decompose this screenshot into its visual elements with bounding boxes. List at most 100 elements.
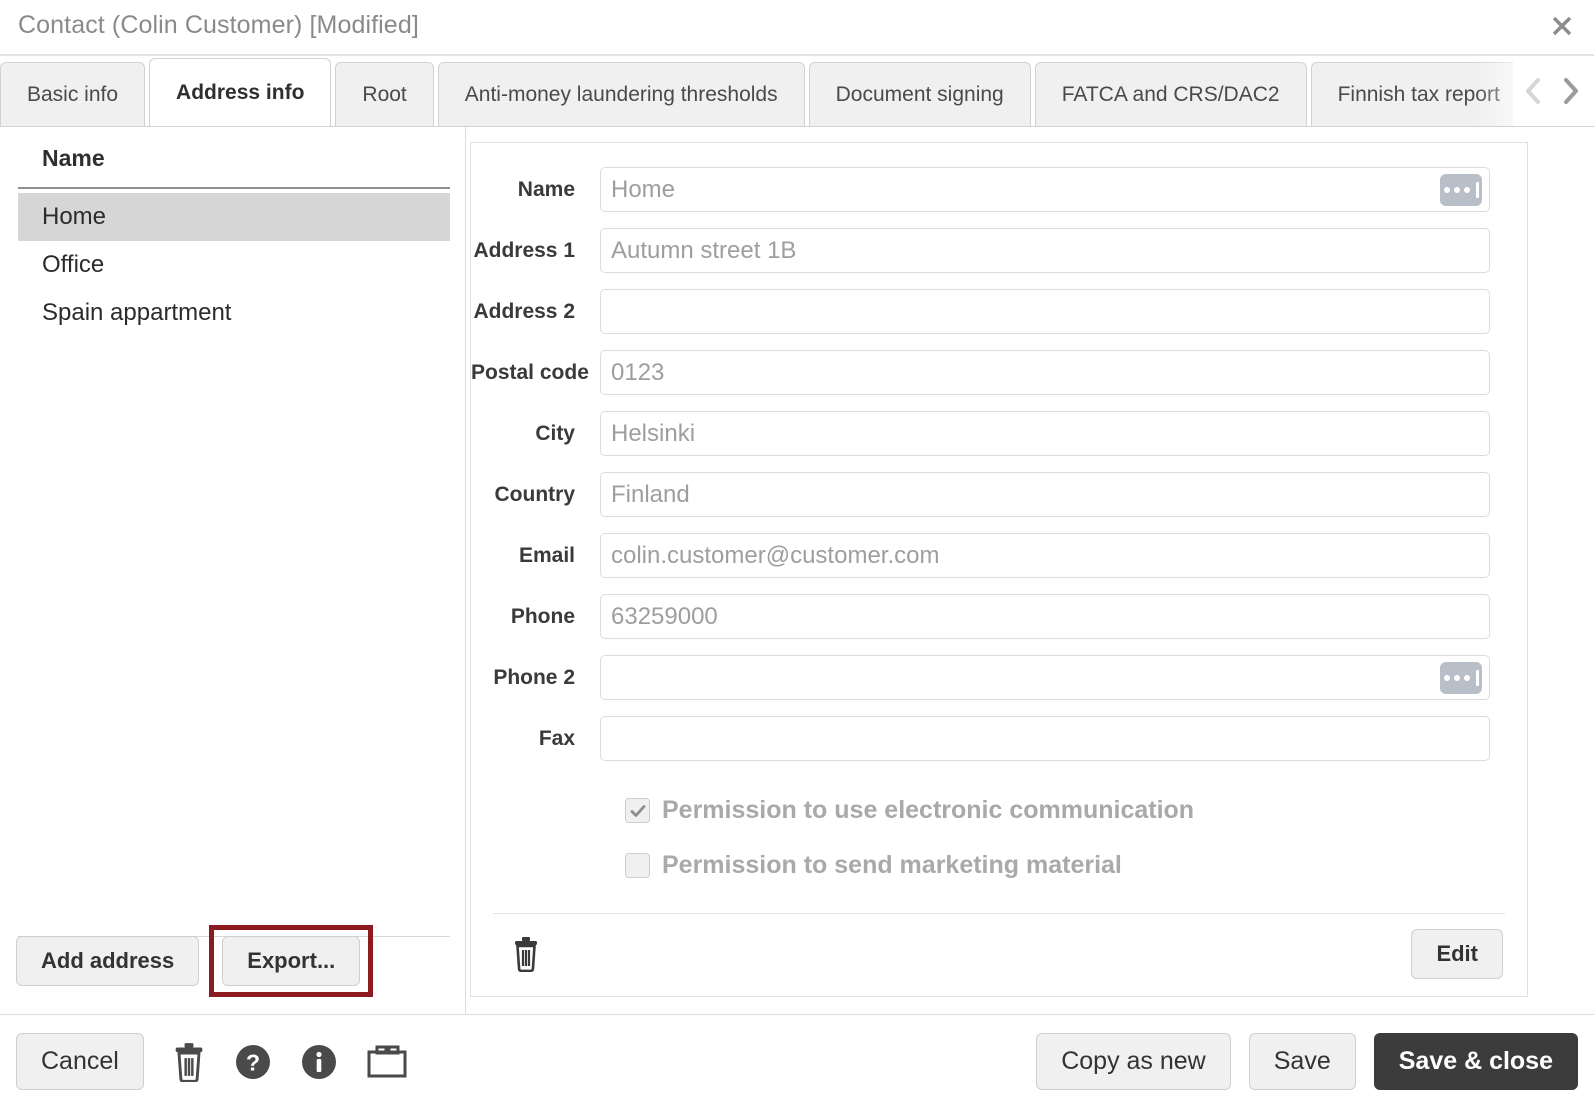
tab-document-signing[interactable]: Document signing bbox=[808, 62, 1031, 126]
copy-as-new-button[interactable]: Copy as new bbox=[1036, 1033, 1231, 1090]
field-label: Email bbox=[518, 543, 575, 567]
list-item[interactable]: Office bbox=[18, 241, 450, 289]
dialog-titlebar: Contact (Colin Customer) [Modified] bbox=[0, 0, 1594, 56]
checkbox-row[interactable]: Permission to use electronic communicati… bbox=[600, 783, 1500, 838]
tab-label: Basic info bbox=[27, 82, 119, 106]
field-value: 0123 bbox=[611, 358, 665, 386]
form-footer-divider bbox=[493, 913, 1505, 914]
tab-basic-info[interactable]: Basic info bbox=[0, 62, 146, 126]
help-circle-icon[interactable]: ? bbox=[234, 1043, 272, 1081]
field-label: Name bbox=[517, 177, 575, 201]
info-circle-icon[interactable] bbox=[300, 1043, 338, 1081]
ellipsis-icon[interactable] bbox=[1440, 174, 1482, 206]
field-input[interactable] bbox=[600, 716, 1490, 761]
address-list: Home Office Spain appartment bbox=[18, 193, 450, 337]
tab-bar: Basic info Address info Root Anti-money lau… bbox=[0, 58, 1594, 126]
form-row: Name Home bbox=[471, 159, 1529, 220]
form-row: Address 2 bbox=[471, 281, 1529, 342]
tab-finnish-tax-report[interactable]: Finnish tax report bbox=[1310, 62, 1513, 126]
form-row: Email colin.customer@customer.com bbox=[471, 525, 1529, 586]
field-value: 63259000 bbox=[611, 602, 718, 630]
field-input[interactable] bbox=[600, 289, 1490, 334]
field-value: Finland bbox=[611, 480, 690, 508]
checkbox-row[interactable]: Permission to send marketing material bbox=[600, 838, 1500, 893]
field-label: City bbox=[535, 421, 575, 445]
form-row: City Helsinki bbox=[471, 403, 1529, 464]
close-icon[interactable] bbox=[1544, 8, 1580, 44]
field-value: colin.customer@customer.com bbox=[611, 541, 940, 569]
trash-icon[interactable] bbox=[172, 1042, 206, 1082]
form-row: Address 1 Autumn street 1B bbox=[471, 220, 1529, 281]
checkbox-checked-icon[interactable] bbox=[625, 798, 650, 823]
dialog-body: Name Home Office Spain appartment Add addr… bbox=[0, 126, 1594, 1015]
svg-text:?: ? bbox=[246, 1049, 260, 1075]
save-and-close-button[interactable]: Save & close bbox=[1373, 1033, 1578, 1090]
list-item[interactable]: Spain appartment bbox=[18, 289, 450, 337]
address-list-panel: Name Home Office Spain appartment Add addr… bbox=[0, 127, 466, 1015]
list-item-label: Home bbox=[42, 203, 107, 230]
tabs-scroll-area: Basic info Address info Root Anti-money lau… bbox=[0, 58, 1513, 126]
dialog-toolbar: Cancel ? Copy as new Save Save & close bbox=[0, 1014, 1594, 1108]
field-label: Address 1 bbox=[473, 238, 575, 262]
field-input[interactable]: 0123 bbox=[600, 350, 1490, 395]
toolbar-left-group: Cancel ? bbox=[16, 1033, 408, 1090]
field-label: Fax bbox=[538, 726, 575, 750]
checkbox-unchecked-icon[interactable] bbox=[625, 853, 650, 878]
field-input[interactable]: Finland bbox=[600, 472, 1490, 517]
form-row: Country Finland bbox=[471, 464, 1529, 525]
export-button[interactable]: Export... bbox=[222, 936, 361, 986]
folder-icon[interactable] bbox=[366, 1044, 408, 1080]
cancel-button[interactable]: Cancel bbox=[16, 1033, 144, 1090]
tab-anti-money-laundering-thresholds[interactable]: Anti-money laundering thresholds bbox=[437, 62, 805, 126]
field-value: Home bbox=[611, 175, 676, 203]
edit-button[interactable]: Edit bbox=[1411, 929, 1503, 979]
field-label: Postal code bbox=[471, 360, 589, 384]
tab-label: FATCA and CRS/DAC2 bbox=[1061, 82, 1280, 106]
tab-fatca-and-crs-dac2[interactable]: FATCA and CRS/DAC2 bbox=[1034, 62, 1307, 126]
checkbox-label: Permission to send marketing material bbox=[662, 851, 1122, 879]
form-row: Phone 2 bbox=[471, 647, 1529, 708]
field-label: Address 2 bbox=[473, 299, 575, 323]
form-row: Postal code 0123 bbox=[471, 342, 1529, 403]
ellipsis-icon[interactable] bbox=[1440, 662, 1482, 694]
trash-icon[interactable] bbox=[511, 936, 541, 972]
field-label: Phone 2 bbox=[493, 665, 575, 689]
checkbox-label: Permission to use electronic communicati… bbox=[662, 796, 1195, 824]
add-address-button[interactable]: Add address bbox=[16, 936, 200, 986]
field-input[interactable]: Helsinki bbox=[600, 411, 1490, 456]
list-item[interactable]: Home bbox=[18, 193, 450, 241]
chevron-right-icon[interactable] bbox=[1556, 70, 1586, 112]
form-row: Phone 63259000 bbox=[471, 586, 1529, 647]
list-item-label: Spain appartment bbox=[42, 299, 232, 326]
tab-root[interactable]: Root bbox=[335, 62, 434, 126]
address-list-actions: Add address Export... bbox=[16, 925, 374, 997]
export-highlight-box: Export... bbox=[209, 925, 374, 997]
dialog-title: Contact (Colin Customer) [Modified] bbox=[18, 11, 419, 39]
contact-dialog: Contact (Colin Customer) [Modified] Basi… bbox=[0, 0, 1594, 1108]
save-button[interactable]: Save bbox=[1248, 1033, 1356, 1090]
form-row: Fax bbox=[471, 708, 1529, 769]
field-input[interactable]: Home bbox=[600, 167, 1490, 212]
tab-address-info[interactable]: Address info bbox=[149, 58, 332, 126]
chevron-left-icon[interactable] bbox=[1518, 70, 1548, 112]
field-input[interactable] bbox=[600, 655, 1490, 700]
field-input[interactable]: Autumn street 1B bbox=[600, 228, 1490, 273]
list-item-label: Office bbox=[42, 251, 105, 278]
field-input[interactable]: 63259000 bbox=[600, 594, 1490, 639]
tab-label: Document signing bbox=[835, 82, 1004, 106]
tab-label: Finnish tax report bbox=[1337, 82, 1500, 106]
address-form-panel: Name Home Address 1 Autumn street 1B Address… bbox=[470, 142, 1528, 997]
column-header-name: Name bbox=[42, 145, 105, 171]
tab-scroll-controls bbox=[1518, 70, 1586, 112]
field-value: Helsinki bbox=[611, 419, 696, 447]
toolbar-right-group: Copy as new Save Save & close bbox=[1036, 1033, 1578, 1090]
field-input[interactable]: colin.customer@customer.com bbox=[600, 533, 1490, 578]
form-footer: Edit bbox=[471, 924, 1529, 984]
tab-label: Anti-money laundering thresholds bbox=[464, 82, 778, 106]
tab-label: Address info bbox=[176, 80, 305, 104]
tab-label: Root bbox=[362, 82, 407, 106]
field-value: Autumn street 1B bbox=[611, 236, 797, 264]
field-label: Country bbox=[494, 482, 576, 506]
address-list-header: Name bbox=[18, 145, 450, 189]
field-label: Phone bbox=[510, 604, 575, 628]
